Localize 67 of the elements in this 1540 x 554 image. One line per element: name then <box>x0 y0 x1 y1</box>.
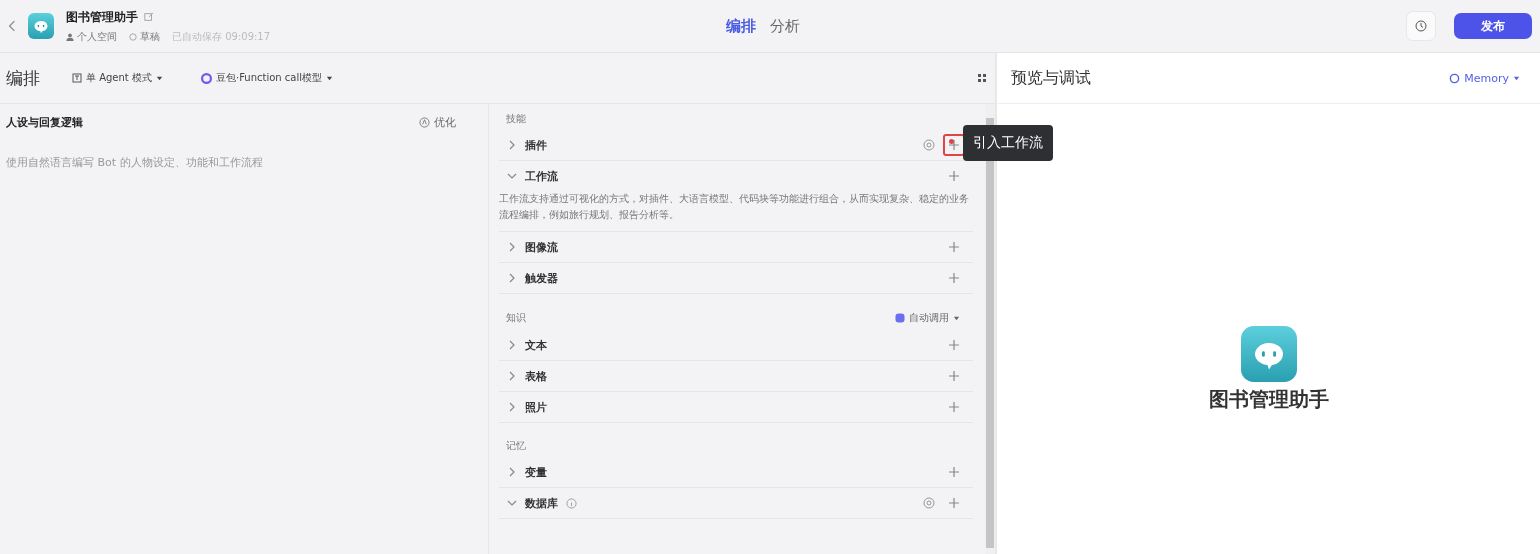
publish-button[interactable]: 发布 <box>1454 13 1532 39</box>
caret-icon <box>953 314 960 322</box>
tooltip: 引入工作流 <box>963 125 1053 161</box>
chevron-right-icon[interactable] <box>507 242 517 252</box>
add-icon[interactable] <box>948 139 960 151</box>
add-icon[interactable] <box>948 466 960 478</box>
section-title: 人设与回复逻辑 <box>6 115 83 130</box>
chevron-right-icon[interactable] <box>507 402 517 412</box>
section-label: 知识 <box>506 311 526 325</box>
caret-icon <box>155 74 163 82</box>
skill-label: 照片 <box>525 399 547 415</box>
preview-title: 预览与调试 <box>1011 67 1091 89</box>
edit-icon[interactable] <box>144 12 154 22</box>
panel-title: 编排 <box>6 66 40 90</box>
auto-icon <box>895 313 905 323</box>
optimize-button[interactable]: 优化 <box>413 114 462 131</box>
workflow-description: 工作流支持通过可视化的方式，对插件、大语言模型、代码块等功能进行组合，从而实现复杂、稳定的业务流程编排，例如旅行规划、报告分析等。 <box>499 192 970 222</box>
clock-icon <box>1415 20 1427 32</box>
history-button[interactable] <box>1406 11 1436 41</box>
settings-icon[interactable] <box>923 497 935 509</box>
chevron-right-icon[interactable] <box>507 371 517 381</box>
add-icon[interactable] <box>948 401 960 413</box>
person-icon <box>66 32 74 41</box>
add-icon[interactable] <box>948 272 960 284</box>
chevron-down-icon[interactable] <box>507 171 517 181</box>
skill-label: 变量 <box>525 464 547 480</box>
add-icon[interactable] <box>948 339 960 351</box>
caret-icon <box>1513 74 1520 82</box>
skill-label: 触发器 <box>525 270 558 286</box>
back-icon[interactable] <box>8 20 16 32</box>
persona-input[interactable]: 使用自然语言编写 Bot 的人物设定、功能和工作流程 <box>6 155 482 355</box>
skill-label: 文本 <box>525 337 547 353</box>
tab[interactable]: 分析 <box>770 16 800 36</box>
section-label: 记忆 <box>506 439 526 453</box>
space-label: 个人空间 <box>77 29 117 44</box>
skill-label: 表格 <box>525 368 547 384</box>
status-label: 草稿 <box>140 29 160 44</box>
auto-call-dropdown[interactable]: 自动调用 <box>889 310 966 326</box>
bot-avatar-icon <box>28 13 54 39</box>
caret-icon <box>326 74 334 82</box>
tab[interactable]: 编排 <box>726 16 756 36</box>
bot-title: 图书管理助手 <box>66 8 138 26</box>
skill-label: 图像流 <box>525 239 558 255</box>
skill-label: 数据库 <box>525 495 558 511</box>
settings-icon[interactable] <box>923 139 935 151</box>
grid-icon[interactable] <box>977 73 987 83</box>
chevron-right-icon[interactable] <box>507 273 517 283</box>
chevron-right-icon[interactable] <box>507 467 517 477</box>
optimize-icon <box>419 117 430 128</box>
model-dropdown[interactable]: 豆包·Function call模型 <box>194 70 340 86</box>
skill-label: 插件 <box>525 137 547 153</box>
chevron-down-icon[interactable] <box>507 498 517 508</box>
add-icon[interactable] <box>948 497 960 509</box>
pointer-dot <box>949 139 954 144</box>
chevron-right-icon[interactable] <box>507 340 517 350</box>
bot-avatar-icon <box>1240 325 1297 382</box>
section-label: 技能 <box>506 112 526 126</box>
memory-icon <box>1449 72 1461 84</box>
bot-name: 图书管理助手 <box>1208 385 1329 413</box>
memory-dropdown[interactable]: Memory <box>1443 70 1526 86</box>
add-icon[interactable] <box>948 241 960 253</box>
ring-icon <box>200 72 212 84</box>
add-icon[interactable] <box>948 370 960 382</box>
mode-dropdown[interactable]: 单 Agent 模式 <box>66 70 169 86</box>
add-icon[interactable] <box>948 170 960 182</box>
skill-label: 工作流 <box>525 168 558 184</box>
chevron-right-icon[interactable] <box>507 140 517 150</box>
